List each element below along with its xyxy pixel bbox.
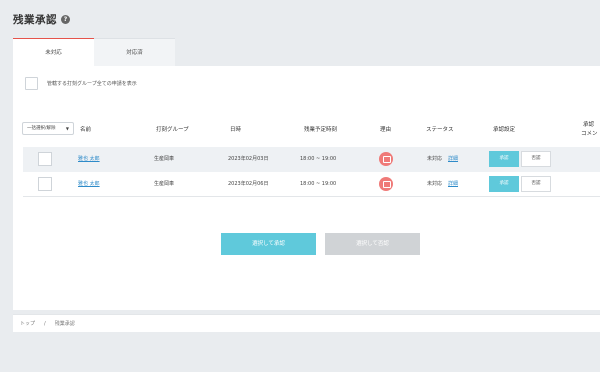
breadcrumb-home[interactable]: トップ (20, 315, 35, 332)
header-date: 日時 (230, 127, 242, 133)
header-reason: 理由 (380, 127, 392, 133)
header-time: 残業予定時刻 (304, 127, 338, 133)
table-row: 雅也 太郎 生産岡車 2023年02月03日 18:00 ~ 19:00 未対応… (23, 147, 600, 172)
bulk-select-dropdown[interactable]: 一括選択/解除 ▼ (22, 122, 74, 135)
header-action: 承認設定 (493, 127, 516, 133)
group-filter: 管轄する打刻グループ全ての申請を表示 (25, 77, 137, 90)
breadcrumb: トップ / 残業承認 (13, 314, 600, 332)
row-checkbox[interactable] (38, 177, 52, 191)
table-row: 雅也 太郎 生産岡車 2023年02月06日 18:00 ~ 19:00 未対応… (23, 172, 600, 197)
tab-pending[interactable]: 未対応 (13, 38, 94, 66)
approve-button[interactable]: 承認 (489, 176, 519, 192)
employee-name-link[interactable]: 雅也 太郎 (78, 172, 100, 197)
header-status: ステータス (426, 127, 454, 133)
date-cell: 2023年02月06日 (228, 181, 269, 187)
time-cell: 18:00 ~ 19:00 (300, 181, 337, 187)
show-all-groups-checkbox[interactable] (25, 77, 38, 90)
status-cell: 未対応 (427, 181, 443, 187)
employee-name-link[interactable]: 雅也 太郎 (78, 147, 100, 172)
detail-link[interactable]: 詳細 (448, 172, 458, 197)
main-panel: 管轄する打刻グループ全ての申請を表示 一括選択/解除 ▼ 名前 打刻グループ 日… (13, 66, 600, 310)
reason-icon[interactable] (379, 177, 393, 191)
tabs: 未対応 対応済 (13, 38, 175, 66)
approve-selected-button[interactable]: 選択して承認 (221, 233, 316, 255)
page: 残業承認 ? 未対応 対応済 管轄する打刻グループ全ての申請を表示 一括選択/解… (0, 0, 600, 372)
reject-selected-button[interactable]: 選択して否認 (325, 233, 420, 255)
tab-handled[interactable]: 対応済 (94, 38, 175, 66)
reason-icon[interactable] (379, 152, 393, 166)
show-all-groups-label: 管轄する打刻グループ全ての申請を表示 (47, 81, 137, 87)
header-comment-line2: コメン (581, 131, 598, 137)
header-group: 打刻グループ (156, 127, 189, 133)
header-comment-line1: 承認 (583, 122, 595, 128)
reject-button[interactable]: 否認 (521, 151, 551, 167)
time-cell: 18:00 ~ 19:00 (300, 156, 337, 162)
help-icon[interactable]: ? (61, 15, 70, 24)
header-name: 名前 (80, 127, 92, 133)
page-title: 残業承認 (13, 14, 57, 26)
approve-button[interactable]: 承認 (489, 151, 519, 167)
group-cell: 生産岡車 (154, 181, 175, 187)
date-cell: 2023年02月03日 (228, 156, 269, 162)
breadcrumb-separator: / (44, 321, 46, 327)
status-cell: 未対応 (427, 156, 443, 162)
bulk-select-value: 一括選択/解除 (27, 126, 56, 131)
breadcrumb-current: 残業承認 (54, 321, 75, 327)
chevron-down-icon: ▼ (65, 126, 69, 131)
detail-link[interactable]: 詳細 (448, 147, 458, 172)
title-row: 残業承認 ? (13, 12, 70, 27)
row-checkbox[interactable] (38, 152, 52, 166)
group-cell: 生産岡車 (154, 156, 175, 162)
reject-button[interactable]: 否認 (521, 176, 551, 192)
